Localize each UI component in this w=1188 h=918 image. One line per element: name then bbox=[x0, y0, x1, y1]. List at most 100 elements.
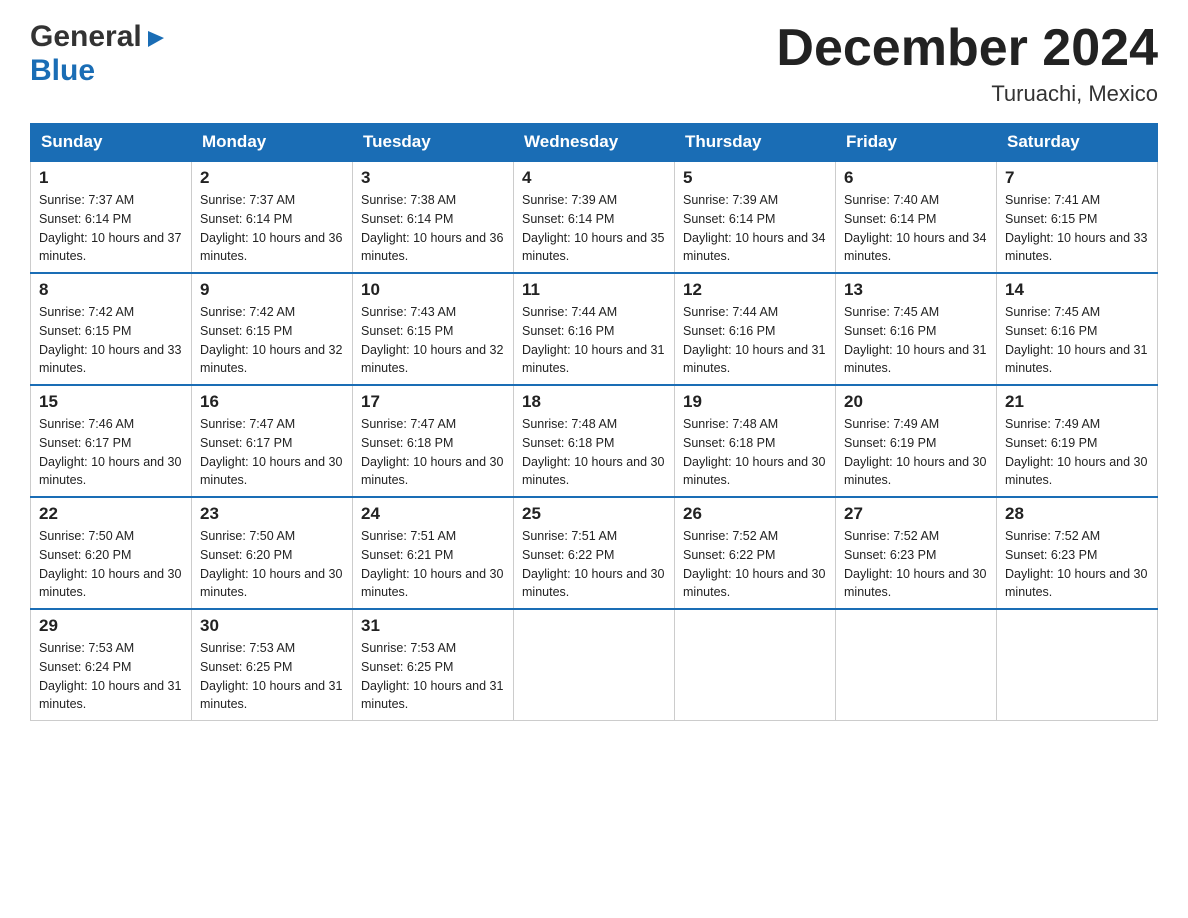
day-number: 11 bbox=[522, 280, 666, 300]
table-row: 10 Sunrise: 7:43 AMSunset: 6:15 PMDayligh… bbox=[353, 273, 514, 385]
table-row: 16 Sunrise: 7:47 AMSunset: 6:17 PMDayligh… bbox=[192, 385, 353, 497]
calendar-header-row: Sunday Monday Tuesday Wednesday Thursday… bbox=[31, 124, 1158, 162]
day-info: Sunrise: 7:52 AMSunset: 6:22 PMDaylight:… bbox=[683, 527, 827, 602]
table-row: 6Sunrise: 7:40 AMSunset: 6:14 PMDaylight… bbox=[836, 161, 997, 273]
day-info: Sunrise: 7:47 AMSunset: 6:17 PMDaylight:… bbox=[200, 415, 344, 490]
location: Turuachi, Mexico bbox=[776, 81, 1158, 107]
day-number: 23 bbox=[200, 504, 344, 524]
table-row: 13 Sunrise: 7:45 AMSunset: 6:16 PMDayligh… bbox=[836, 273, 997, 385]
day-number: 1 bbox=[39, 168, 183, 188]
day-info: Sunrise: 7:50 AMSunset: 6:20 PMDaylight:… bbox=[200, 527, 344, 602]
table-row bbox=[675, 609, 836, 721]
day-info: Sunrise: 7:39 AMSunset: 6:14 PMDaylight:… bbox=[522, 191, 666, 266]
day-info: Sunrise: 7:38 AMSunset: 6:14 PMDaylight:… bbox=[361, 191, 505, 266]
table-row: 11 Sunrise: 7:44 AMSunset: 6:16 PMDayligh… bbox=[514, 273, 675, 385]
day-info: Sunrise: 7:50 AMSunset: 6:20 PMDaylight:… bbox=[39, 527, 183, 602]
day-info: Sunrise: 7:52 AMSunset: 6:23 PMDaylight:… bbox=[844, 527, 988, 602]
calendar-week-row: 29Sunrise: 7:53 AMSunset: 6:24 PMDayligh… bbox=[31, 609, 1158, 721]
day-info: Sunrise: 7:49 AMSunset: 6:19 PMDaylight:… bbox=[1005, 415, 1149, 490]
day-number: 18 bbox=[522, 392, 666, 412]
table-row: 30 Sunrise: 7:53 AMSunset: 6:25 PMDayligh… bbox=[192, 609, 353, 721]
calendar-week-row: 1 Sunrise: 7:37 AMSunset: 6:14 PMDaylight… bbox=[31, 161, 1158, 273]
day-info: Sunrise: 7:37 AMSunset: 6:14 PMDaylight:… bbox=[39, 191, 183, 266]
logo-general-text: General bbox=[30, 20, 142, 54]
day-info: Sunrise: 7:45 AMSunset: 6:16 PMDaylight:… bbox=[844, 303, 988, 378]
col-friday: Friday bbox=[836, 124, 997, 162]
table-row: 24Sunrise: 7:51 AMSunset: 6:21 PMDayligh… bbox=[353, 497, 514, 609]
day-info: Sunrise: 7:41 AMSunset: 6:15 PMDaylight:… bbox=[1005, 191, 1149, 266]
col-thursday: Thursday bbox=[675, 124, 836, 162]
table-row: 3 Sunrise: 7:38 AMSunset: 6:14 PMDaylight… bbox=[353, 161, 514, 273]
table-row: 28Sunrise: 7:52 AMSunset: 6:23 PMDayligh… bbox=[997, 497, 1158, 609]
day-number: 9 bbox=[200, 280, 344, 300]
day-number: 4 bbox=[522, 168, 666, 188]
day-info: Sunrise: 7:51 AMSunset: 6:22 PMDaylight:… bbox=[522, 527, 666, 602]
day-number: 8 bbox=[39, 280, 183, 300]
day-info: Sunrise: 7:43 AMSunset: 6:15 PMDaylight:… bbox=[361, 303, 505, 378]
table-row bbox=[836, 609, 997, 721]
table-row: 12 Sunrise: 7:44 AMSunset: 6:16 PMDayligh… bbox=[675, 273, 836, 385]
day-number: 14 bbox=[1005, 280, 1149, 300]
day-number: 30 bbox=[200, 616, 344, 636]
table-row: 8Sunrise: 7:42 AMSunset: 6:15 PMDaylight… bbox=[31, 273, 192, 385]
table-row: 17 Sunrise: 7:47 AMSunset: 6:18 PMDayligh… bbox=[353, 385, 514, 497]
day-number: 22 bbox=[39, 504, 183, 524]
day-number: 5 bbox=[683, 168, 827, 188]
day-number: 10 bbox=[361, 280, 505, 300]
day-number: 16 bbox=[200, 392, 344, 412]
day-info: Sunrise: 7:53 AMSunset: 6:25 PMDaylight:… bbox=[200, 639, 344, 714]
table-row: 15 Sunrise: 7:46 AMSunset: 6:17 PMDayligh… bbox=[31, 385, 192, 497]
table-row bbox=[514, 609, 675, 721]
day-number: 3 bbox=[361, 168, 505, 188]
day-number: 19 bbox=[683, 392, 827, 412]
day-number: 31 bbox=[361, 616, 505, 636]
day-number: 20 bbox=[844, 392, 988, 412]
day-info: Sunrise: 7:49 AMSunset: 6:19 PMDaylight:… bbox=[844, 415, 988, 490]
table-row: 19 Sunrise: 7:48 AMSunset: 6:18 PMDayligh… bbox=[675, 385, 836, 497]
logo-blue-text: Blue bbox=[30, 54, 95, 88]
month-title: December 2024 bbox=[776, 20, 1158, 77]
day-info: Sunrise: 7:48 AMSunset: 6:18 PMDaylight:… bbox=[683, 415, 827, 490]
calendar-table: Sunday Monday Tuesday Wednesday Thursday… bbox=[30, 123, 1158, 721]
day-info: Sunrise: 7:40 AMSunset: 6:14 PMDaylight:… bbox=[844, 191, 988, 266]
table-row: 31 Sunrise: 7:53 AMSunset: 6:25 PMDayligh… bbox=[353, 609, 514, 721]
day-info: Sunrise: 7:37 AMSunset: 6:14 PMDaylight:… bbox=[200, 191, 344, 266]
title-block: December 2024 Turuachi, Mexico bbox=[776, 20, 1158, 107]
day-number: 28 bbox=[1005, 504, 1149, 524]
table-row: 20 Sunrise: 7:49 AMSunset: 6:19 PMDayligh… bbox=[836, 385, 997, 497]
calendar-week-row: 8 Sunrise: 7:42 AMSunset: 6:15 PMDaylight… bbox=[31, 273, 1158, 385]
day-info: Sunrise: 7:42 AMSunset: 6:15 PMDaylight:… bbox=[200, 303, 344, 378]
table-row: 26 Sunrise: 7:52 AMSunset: 6:22 PMDayligh… bbox=[675, 497, 836, 609]
table-row: 21 Sunrise: 7:49 AMSunset: 6:19 PMDayligh… bbox=[997, 385, 1158, 497]
day-info: Sunrise: 7:48 AMSunset: 6:18 PMDaylight:… bbox=[522, 415, 666, 490]
day-info: Sunrise: 7:44 AMSunset: 6:16 PMDaylight:… bbox=[683, 303, 827, 378]
day-info: Sunrise: 7:46 AMSunset: 6:17 PMDaylight:… bbox=[39, 415, 183, 490]
table-row: 29Sunrise: 7:53 AMSunset: 6:24 PMDayligh… bbox=[31, 609, 192, 721]
day-info: Sunrise: 7:45 AMSunset: 6:16 PMDaylight:… bbox=[1005, 303, 1149, 378]
table-row: 18 Sunrise: 7:48 AMSunset: 6:18 PMDayligh… bbox=[514, 385, 675, 497]
table-row: 23 Sunrise: 7:50 AMSunset: 6:20 PMDayligh… bbox=[192, 497, 353, 609]
day-number: 17 bbox=[361, 392, 505, 412]
page-header: General Blue December 2024 Turuachi, Mex… bbox=[30, 20, 1158, 107]
table-row: 9 Sunrise: 7:42 AMSunset: 6:15 PMDaylight… bbox=[192, 273, 353, 385]
day-info: Sunrise: 7:44 AMSunset: 6:16 PMDaylight:… bbox=[522, 303, 666, 378]
table-row: 4 Sunrise: 7:39 AMSunset: 6:14 PMDaylight… bbox=[514, 161, 675, 273]
calendar-week-row: 22 Sunrise: 7:50 AMSunset: 6:20 PMDayligh… bbox=[31, 497, 1158, 609]
day-number: 15 bbox=[39, 392, 183, 412]
table-row: 22 Sunrise: 7:50 AMSunset: 6:20 PMDayligh… bbox=[31, 497, 192, 609]
col-saturday: Saturday bbox=[997, 124, 1158, 162]
day-number: 2 bbox=[200, 168, 344, 188]
day-info: Sunrise: 7:53 AMSunset: 6:25 PMDaylight:… bbox=[361, 639, 505, 714]
day-number: 21 bbox=[1005, 392, 1149, 412]
day-number: 26 bbox=[683, 504, 827, 524]
day-number: 12 bbox=[683, 280, 827, 300]
col-tuesday: Tuesday bbox=[353, 124, 514, 162]
col-monday: Monday bbox=[192, 124, 353, 162]
day-info: Sunrise: 7:47 AMSunset: 6:18 PMDaylight:… bbox=[361, 415, 505, 490]
day-number: 24 bbox=[361, 504, 505, 524]
day-number: 13 bbox=[844, 280, 988, 300]
col-sunday: Sunday bbox=[31, 124, 192, 162]
logo-triangle-icon bbox=[144, 27, 166, 49]
day-number: 29 bbox=[39, 616, 183, 636]
table-row: 7Sunrise: 7:41 AMSunset: 6:15 PMDaylight… bbox=[997, 161, 1158, 273]
